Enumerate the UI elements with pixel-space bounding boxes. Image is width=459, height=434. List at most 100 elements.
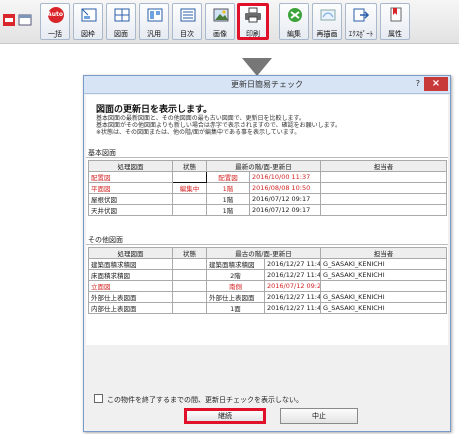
column-header: 担当者 (320, 247, 448, 259)
drawing-name-cell[interactable]: 天井伏図 (88, 204, 173, 216)
column-header: 状態 (172, 160, 207, 172)
toolbar-label: 属性 (388, 30, 402, 38)
table-row[interactable]: 内部仕上表図面 1面 2016/12/27 11:43 G_SASAKI_KEN… (88, 302, 448, 314)
continue-button[interactable]: 継続 (184, 408, 266, 424)
description-line: ※状態は、その図面または、他の階/面が編集中である事を表示しています。 (96, 129, 301, 136)
chevron-down-icon: ⌄ (52, 33, 58, 40)
table-row[interactable]: 屋根伏図 1階 2016/07/12 09:17 (88, 193, 448, 205)
general-icon (147, 8, 163, 22)
drawing-name-cell[interactable]: 建築面積求積図 (88, 258, 173, 270)
person-cell (320, 204, 448, 216)
image-button[interactable]: 画像 (205, 3, 235, 40)
contents-icon (180, 8, 196, 22)
redraw-button[interactable]: 再描画 ⌄ (312, 3, 342, 40)
date-cell: 2016/07/12 09:20 (263, 280, 322, 292)
column-header: 最新の階/面-更新日 (205, 160, 322, 172)
export-icon (353, 8, 370, 22)
table-row[interactable]: 天井伏図 1階 2016/07/12 09:17 (88, 204, 448, 216)
toolbar: Auto 一括 ⌄ 図枠 図面 汎用 目次 画像 印刷 編集 ⌄ 再描画 ⌄ ｴ… (0, 0, 459, 44)
status-cell[interactable] (172, 171, 207, 183)
table-row[interactable]: 配置図 配置図 2016/10/00 11:37 (88, 171, 448, 183)
status-cell: 編集中 (172, 182, 207, 194)
description-line: 基本図面の最新図面と、その他図面の最も古い図面で、更新日を比較します。 (96, 115, 305, 122)
drawing-name-cell[interactable]: 立面図 (88, 280, 173, 292)
table-row[interactable]: 建築面積求積図 建築面積求積図 2016/12/27 11:40 G_SASAK… (88, 258, 448, 270)
hide-check-row[interactable]: この物件を終了するまでの間、更新日チェックを表示しない。 (94, 394, 303, 405)
export-button[interactable]: ｴｸｽﾎﾟｰﾄ ⌄ (345, 3, 377, 40)
table-header-row: 処理図面 状態 最古の階/面-更新日 担当者 (88, 247, 448, 259)
drawing-red-button[interactable] (2, 3, 17, 40)
status-cell (172, 302, 207, 314)
drawing-name-cell[interactable]: 内部仕上表図面 (88, 302, 173, 314)
column-header: 担当者 (320, 160, 448, 172)
floor-cell: 1面 (206, 302, 265, 314)
floor-cell: 1階 (206, 182, 250, 194)
floor-cell: 配置図 (206, 171, 250, 183)
auto-badge: Auto (47, 11, 63, 18)
column-header: 状態 (172, 247, 207, 259)
attribute-icon (390, 7, 402, 22)
section-divider (86, 157, 448, 158)
image-icon (213, 8, 229, 22)
person-cell (320, 182, 448, 194)
table-row[interactable]: 立面図 南側 2016/07/12 09:20 (88, 280, 448, 292)
drawing-name-cell[interactable]: 配置図 (88, 171, 173, 183)
description-line: 基本図面がその他図面よりも新しい場合は赤字で表示されますので、確認をお願いします… (96, 122, 342, 129)
person-cell (320, 280, 448, 292)
hide-check-label: この物件を終了するまでの間、更新日チェックを表示しない。 (107, 396, 303, 404)
dialog-content: 図面の更新日を表示します。 基本図面の最新図面と、その他図面の最も古い図面で、更… (86, 95, 448, 345)
person-cell: G_SASAKI_KENICHI (320, 258, 448, 270)
window-button[interactable] (18, 3, 33, 40)
drawing-button[interactable]: 図面 (106, 3, 136, 40)
red-drawing-icon (3, 14, 15, 26)
dialog-titlebar: 更新日簡易チェック ? × (84, 76, 450, 94)
chevron-down-icon: ⌄ (358, 33, 364, 40)
general-button[interactable]: 汎用 (139, 3, 169, 40)
table-header-row: 処理図面 状態 最新の階/面-更新日 担当者 (88, 160, 448, 172)
print-button[interactable]: 印刷 (237, 3, 269, 40)
floor-cell: 建築面積求積図 (206, 258, 265, 270)
drawing-icon (114, 8, 130, 22)
drawing-name-cell[interactable]: 屋根伏図 (88, 193, 173, 205)
date-cell: 2016/10/00 11:37 (248, 171, 322, 183)
attribute-button[interactable]: 属性 (380, 3, 410, 40)
chevron-down-icon: ⌄ (291, 33, 297, 40)
basic-drawings-table: 処理図面 状態 最新の階/面-更新日 担当者 配置図 配置図 2016/10/0… (88, 160, 448, 216)
tools-icon (288, 8, 302, 22)
toolbar-label: 汎用 (147, 30, 161, 38)
date-cell: 2016/12/27 11:40 (263, 258, 322, 270)
floor-cell: 2階 (206, 269, 265, 281)
frame-button[interactable]: 図枠 (73, 3, 103, 40)
close-button[interactable]: × (424, 77, 448, 91)
window-icon (18, 14, 32, 26)
table-row[interactable]: 外部仕上表図面 外部仕上表図面 2016/12/27 11:43 G_SASAK… (88, 291, 448, 303)
table-row[interactable]: 平面図 編集中 1階 2016/08/08 10:50 (88, 182, 448, 194)
floor-cell: 南側 (206, 280, 265, 292)
drawing-name-cell[interactable]: 平面図 (88, 182, 173, 194)
date-cell: 2016/07/12 09:17 (248, 204, 322, 216)
date-cell: 2016/07/12 09:17 (248, 193, 322, 205)
printer-icon (245, 7, 261, 23)
contents-button[interactable]: 目次 (172, 3, 202, 40)
table-row[interactable]: 床面積求積図 2階 2016/12/27 11:40 G_SASAKI_KENI… (88, 269, 448, 281)
toolbar-label: 印刷 (246, 30, 260, 38)
auto-batch-button[interactable]: Auto 一括 ⌄ (40, 3, 70, 40)
column-header: 処理図面 (88, 247, 173, 259)
drawing-name-cell[interactable]: 外部仕上表図面 (88, 291, 173, 303)
dialog-description: 基本図面の最新図面と、その他図面の最も古い図面で、更新日を比較します。 基本図面… (96, 115, 341, 136)
column-header: 最古の階/面-更新日 (205, 247, 322, 259)
status-cell (172, 269, 207, 281)
edit-button[interactable]: 編集 ⌄ (279, 3, 309, 40)
update-check-dialog: 更新日簡易チェック ? × 図面の更新日を表示します。 基本図面の最新図面と、そ… (83, 75, 451, 432)
cancel-button[interactable]: 中止 (280, 408, 358, 424)
help-icon[interactable]: ? (416, 79, 420, 88)
drawing-name-cell[interactable]: 床面積求積図 (88, 269, 173, 281)
pointer-arrow (242, 58, 272, 76)
date-cell: 2016/08/08 10:50 (248, 182, 322, 194)
hide-check-checkbox[interactable] (94, 394, 103, 403)
person-cell (320, 193, 448, 205)
column-header: 処理図面 (88, 160, 173, 172)
date-cell: 2016/12/27 11:43 (263, 302, 322, 314)
person-cell: G_SASAKI_KENICHI (320, 269, 448, 281)
dialog-heading: 図面の更新日を表示します。 (96, 105, 213, 115)
